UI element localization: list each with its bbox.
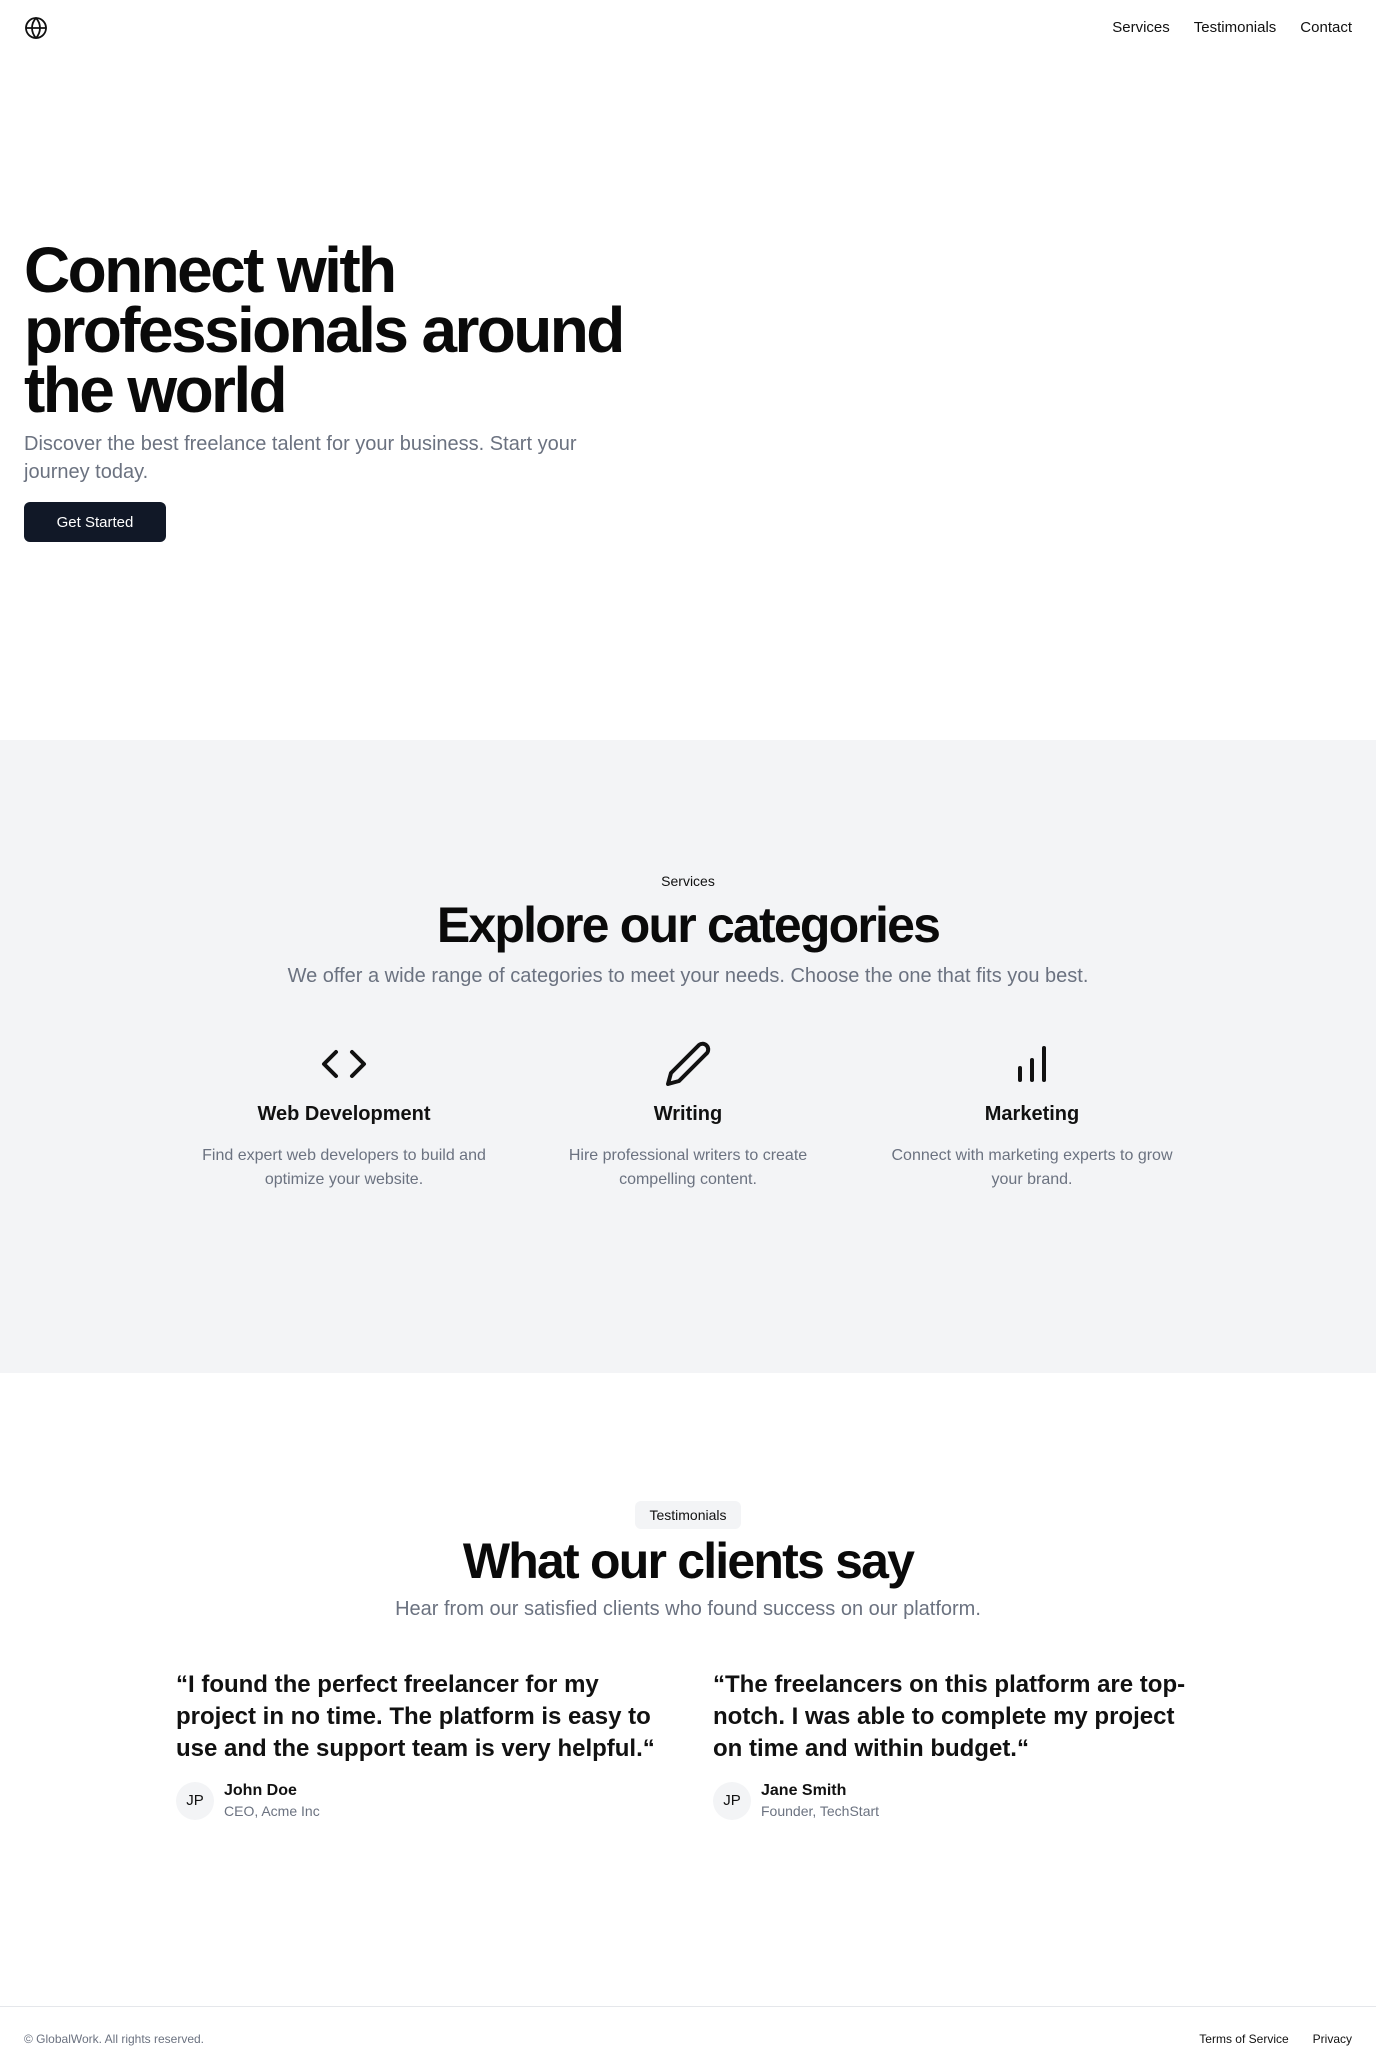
get-started-button[interactable]: Get Started — [24, 502, 166, 542]
hero-section: Connect with professionals around the wo… — [24, 234, 744, 542]
category-title: Writing — [653, 1103, 723, 1125]
pencil-icon — [666, 1041, 711, 1086]
copyright-text: © GlobalWork. All rights reserved. — [24, 2032, 205, 2046]
services-subtitle: We offer a wide range of categories to m… — [287, 965, 1089, 987]
category-list: Web Development Find expert web develope… — [172, 1040, 1204, 1192]
hero-title: Connect with professionals around the wo… — [24, 234, 625, 426]
category-description: Connect with marketing experts to grow y… — [891, 1147, 1173, 1188]
nav-link-testimonials[interactable]: Testimonials — [1194, 18, 1277, 38]
testimonials-subtitle: Hear from our satisfied clients who foun… — [395, 1598, 981, 1620]
site-header: Services Testimonials Contact — [0, 0, 1376, 56]
author-name: John Doe — [224, 1782, 297, 1799]
nav-link-contact[interactable]: Contact — [1300, 18, 1352, 38]
nav-link-services[interactable]: Services — [1112, 18, 1170, 38]
testimonials-section: Testimonials What our clients say Hear f… — [0, 1373, 1376, 2006]
avatar: JP — [713, 1782, 751, 1820]
testimonials-badge: Testimonials — [635, 1501, 741, 1529]
testimonial-list: “I found the perfect freelancer for my p… — [176, 1669, 1200, 1821]
author-role: CEO, Acme Inc — [224, 1803, 320, 1819]
privacy-link[interactable]: Privacy — [1313, 2031, 1352, 2047]
globe-icon[interactable] — [24, 16, 48, 40]
hero-subtitle: Discover the best freelance talent for y… — [24, 433, 577, 483]
bar-chart-icon — [1018, 1046, 1046, 1082]
category-description: Hire professional writers to create comp… — [568, 1147, 808, 1188]
testimonials-title: What our clients say — [462, 1533, 915, 1589]
testimonial-quote: “The freelancers on this platform are to… — [713, 1671, 1186, 1762]
avatar: JP — [176, 1782, 214, 1820]
category-card-writing: Writing Hire professional writers to cre… — [516, 1040, 860, 1192]
testimonial-author: JP John Doe CEO, Acme Inc — [176, 1781, 663, 1821]
main-nav: Services Testimonials Contact — [1112, 18, 1352, 38]
category-title: Web Development — [257, 1103, 431, 1125]
author-name: Jane Smith — [761, 1782, 847, 1799]
services-section: Services Explore our categories We offer… — [0, 740, 1376, 1373]
testimonial-card: “The freelancers on this platform are to… — [713, 1669, 1200, 1821]
testimonial-quote: “I found the perfect freelancer for my p… — [176, 1671, 655, 1762]
services-title: Explore our categories — [436, 897, 941, 953]
author-role: Founder, TechStart — [761, 1803, 880, 1819]
site-footer: © GlobalWork. All rights reserved. Terms… — [0, 2006, 1376, 2070]
code-icon — [322, 1050, 366, 1078]
testimonial-card: “I found the perfect freelancer for my p… — [176, 1669, 663, 1821]
testimonial-author: JP Jane Smith Founder, TechStart — [713, 1781, 1200, 1821]
category-card-web-development: Web Development Find expert web develope… — [172, 1040, 516, 1192]
category-description: Find expert web developers to build and … — [202, 1147, 486, 1188]
category-title: Marketing — [984, 1103, 1080, 1125]
category-card-marketing: Marketing Connect with marketing experts… — [860, 1040, 1204, 1192]
services-eyebrow: Services — [661, 873, 715, 889]
footer-links: Terms of Service Privacy — [1199, 2031, 1352, 2047]
terms-of-service-link[interactable]: Terms of Service — [1199, 2031, 1288, 2047]
